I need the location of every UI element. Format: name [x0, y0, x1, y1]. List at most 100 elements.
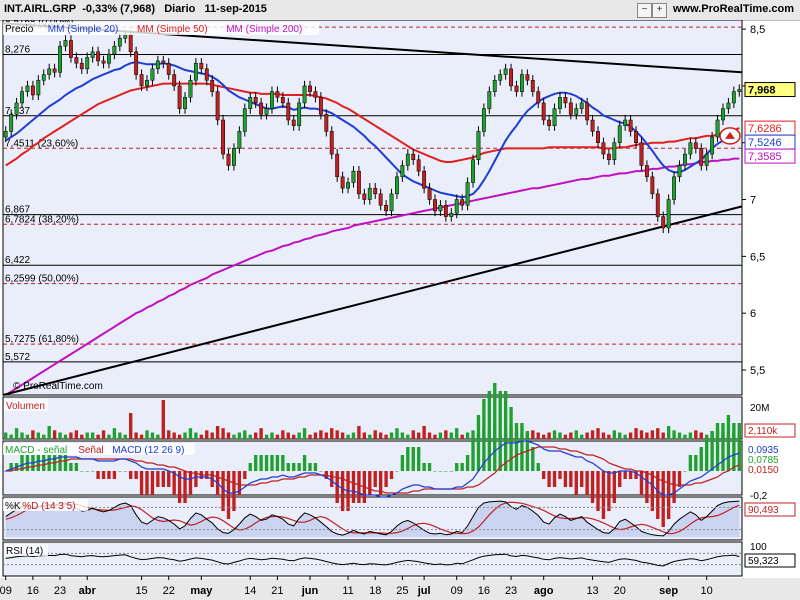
macd-histogram-bar — [308, 463, 312, 471]
macd-histogram-bar — [101, 471, 106, 479]
price-candle — [503, 68, 508, 75]
price-tick-label: 8,5 — [750, 24, 765, 36]
price-candle — [688, 142, 693, 155]
price-candle — [552, 108, 557, 126]
stoch-value-label: 90,493 — [748, 505, 779, 516]
price-candle — [644, 165, 649, 178]
macd-histogram-bar — [330, 471, 334, 487]
volume-bar — [699, 432, 703, 439]
price-candle — [367, 187, 372, 200]
volume-bar — [232, 434, 236, 439]
price-candle — [134, 51, 139, 75]
price-candle — [308, 85, 312, 92]
level-label: 8,276 — [5, 45, 30, 56]
price-candle — [509, 68, 513, 87]
price-candle — [416, 159, 421, 172]
macd-tick-label: -0,2 — [750, 491, 768, 502]
macd-histogram-bar — [444, 471, 448, 472]
x-tick-label: 23 — [54, 585, 66, 597]
price-candle — [150, 68, 155, 81]
price-candle — [47, 68, 52, 75]
volume-bar — [601, 432, 606, 439]
price-candle — [166, 62, 171, 75]
price-candle — [405, 153, 410, 166]
volume-bar — [563, 434, 568, 439]
macd-histogram-bar — [411, 447, 415, 471]
volume-bar — [275, 434, 280, 439]
macd-histogram-bar — [498, 391, 502, 471]
volume-bar — [645, 432, 649, 439]
price-candle — [460, 199, 465, 206]
macd-histogram-bar — [417, 447, 421, 471]
price-candle — [280, 97, 285, 104]
macd-histogram-bar — [704, 439, 709, 471]
price-candle — [74, 57, 79, 64]
zoom-out-icon[interactable]: − — [637, 3, 652, 18]
price-candle — [270, 91, 274, 109]
price-candle — [351, 170, 356, 183]
volume-bar — [460, 434, 464, 439]
price-candle — [232, 148, 236, 166]
price-candle — [248, 97, 253, 109]
macd-histogram-bar — [351, 471, 356, 503]
macd-histogram-bar — [482, 399, 486, 471]
macd-histogram-bar — [281, 455, 285, 471]
price-candle — [378, 193, 383, 206]
price-candle — [715, 119, 720, 138]
price-candle — [525, 74, 530, 81]
price-candle — [117, 37, 122, 47]
price-candle — [63, 40, 68, 47]
volume-bar — [270, 432, 274, 439]
price-candle — [291, 119, 296, 126]
x-tick-label: 25 — [396, 585, 408, 597]
volume-bar — [243, 430, 247, 439]
volume-bar — [221, 428, 225, 439]
brand-link[interactable]: www.ProRealTime.com — [673, 3, 794, 15]
chart-svg: 5,566,577,588,58,5168 (0,00%)8,2767,7377… — [0, 20, 800, 600]
x-tick-label: 09 — [0, 585, 12, 597]
rsi-legend: RSI (14) — [6, 546, 43, 557]
price-candle — [519, 74, 524, 92]
volume-bar — [297, 432, 301, 439]
price-candle — [3, 131, 8, 138]
price-candle — [253, 97, 258, 104]
macd-histogram-bar — [270, 455, 274, 471]
macd-histogram-bar — [721, 423, 725, 471]
macd-histogram-bar — [150, 471, 155, 495]
volume-bar — [580, 434, 584, 439]
macd-histogram-bar — [357, 471, 361, 503]
volume-bar — [558, 432, 562, 439]
price-candle — [275, 91, 280, 98]
price-candle — [96, 51, 101, 62]
macd-histogram-bar — [422, 463, 426, 471]
macd-histogram-bar — [433, 471, 437, 472]
volume-bar — [172, 432, 176, 439]
price-candle — [68, 40, 73, 58]
volume-bar — [634, 428, 638, 439]
zoom-in-icon[interactable]: + — [652, 3, 667, 18]
macd-histogram-bar — [569, 471, 573, 487]
rsi-value-label: 59,323 — [748, 556, 779, 567]
price-candle — [85, 57, 90, 70]
price-candle — [177, 85, 182, 109]
volume-bar — [585, 432, 589, 439]
price-candle — [639, 142, 644, 166]
volume-bar — [590, 430, 595, 439]
volume-bar — [183, 432, 187, 439]
ma-value-label: 7,5246 — [748, 137, 782, 149]
x-tick-label: 14 — [244, 585, 256, 597]
x-tick-label: 20 — [614, 585, 626, 597]
macd-histogram-bar — [275, 455, 280, 471]
volume-bar — [36, 432, 41, 439]
chart-window: INT.AIRL.GRP -0,33% (7,968) Diario 11-se… — [0, 0, 800, 600]
macd-histogram-bar — [460, 463, 464, 471]
macd-histogram-bar — [732, 423, 736, 471]
price-candle — [672, 176, 677, 200]
x-tick-label: 11 — [342, 585, 353, 597]
price-candle — [107, 53, 111, 64]
price-candle — [25, 85, 30, 92]
price-candle — [623, 119, 628, 126]
price-candle — [655, 193, 660, 217]
volume-bar — [449, 432, 453, 439]
price-candle — [79, 62, 84, 70]
